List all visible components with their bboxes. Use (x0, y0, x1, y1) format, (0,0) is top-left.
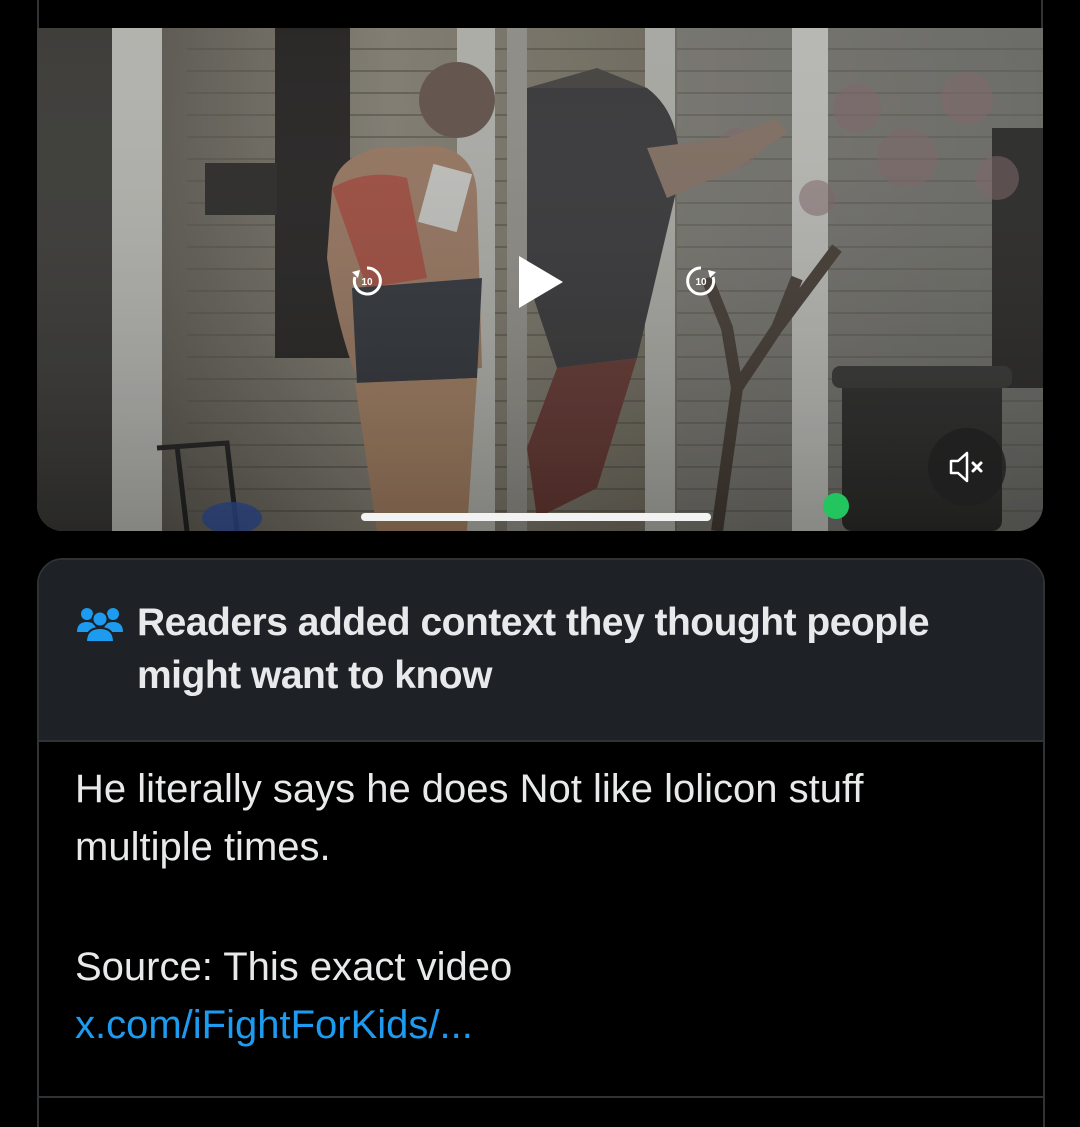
community-note: Readers added context they thought peopl… (37, 558, 1045, 1127)
skip-forward-10-button[interactable]: 10 (684, 264, 718, 298)
speaker-muted-icon (949, 451, 983, 483)
rewind-icon: 10 (352, 266, 382, 296)
community-note-header: Readers added context they thought peopl… (39, 560, 1043, 742)
skip-back-label: 10 (361, 277, 373, 288)
community-note-body: He literally says he does Not like lolic… (75, 760, 975, 1054)
fast-forward-icon: 10 (686, 266, 716, 296)
skip-back-10-button[interactable]: 10 (350, 264, 384, 298)
play-button[interactable] (515, 254, 565, 310)
community-note-title: Readers added context they thought peopl… (137, 601, 930, 697)
community-note-source-link[interactable]: x.com/iFightForKids/... (75, 1003, 473, 1047)
note-divider (39, 1096, 1043, 1098)
video-player[interactable]: 10 10 (37, 28, 1043, 531)
community-note-source: Source: This exact video (75, 945, 513, 989)
status-dot (823, 493, 849, 519)
video-progress-bar[interactable] (361, 513, 711, 521)
mute-toggle-button[interactable] (928, 428, 1006, 506)
people-group-icon (77, 608, 123, 642)
play-icon (519, 256, 563, 308)
skip-forward-label: 10 (695, 277, 707, 288)
community-note-text: He literally says he does Not like lolic… (75, 767, 864, 869)
tweet-view: 10 10 Readers added context they thought… (0, 0, 1080, 1127)
